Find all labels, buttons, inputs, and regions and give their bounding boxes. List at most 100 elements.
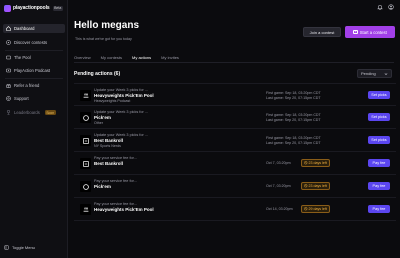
contest-logo-icon [80,112,91,123]
home-icon [6,26,11,31]
action-description: Pay your service fee for... [94,179,137,183]
filter-value: Pending [361,71,376,76]
tabs-divider [74,62,394,63]
brand[interactable]: playactionpools Beta [4,3,63,13]
sidebar-item-the-pool[interactable]: The Pool [3,53,65,62]
tab-overview[interactable]: Overview [74,52,91,62]
contest-name: Best Bankroll [94,161,124,166]
join-contest-button[interactable]: Join a contest [303,27,341,37]
sidebar-item-label: PlayAction Podcast [14,68,51,73]
list-item: Update your Week 3 picks for ... Best Ba… [74,129,396,152]
fee-due-date: Oct 14, 03:20pm [266,207,293,211]
profile-icon[interactable] [387,3,394,10]
sidebar-item-podcast[interactable]: PlayAction Podcast [3,66,65,75]
beta-badge: Beta [52,5,63,11]
sidebar-divider [5,50,63,51]
days-left-badge: 23 days left [301,182,330,190]
days-left-badge: 23 days left [301,159,330,167]
list-item: Pay your service fee for... Pick'em Oct … [74,175,396,198]
action-description: Pay your service fee for... [94,202,137,206]
contest-logo-icon: HW [80,204,91,215]
trophy-icon [6,110,11,115]
contest-name: Heavyweights Pick'Em Pool [94,93,154,98]
fee-due-date: Oct 7, 03:20pm [266,161,291,165]
contest-name: Best Bankroll [94,138,124,143]
pay-fee-button[interactable]: Pay fee [368,182,390,190]
fee-due-date: Oct 7, 03:20pm [266,184,291,188]
clock-icon [304,161,308,165]
sidebar-item-label: Discover contests [14,40,48,45]
pending-actions-title: Pending actions (6) [74,71,121,77]
start-contest-button[interactable]: + Start a contest [345,26,395,38]
pending-actions-list: HW Update your Week 3 picks for ... Heav… [74,83,396,221]
plus-icon: + [353,29,358,35]
set-picks-button[interactable]: Set picks [368,136,390,144]
compass-icon [6,40,11,45]
tab-my-actions[interactable]: My actions [130,52,154,63]
sidebar-item-dashboard[interactable]: Dashboard [3,24,65,33]
contest-name: Heavyweights Pick'Em Pool [94,207,154,212]
toggle-menu-button[interactable]: Toggle Menu [4,245,35,250]
svg-text:HW: HW [84,93,89,96]
status-filter-select[interactable]: Pending [357,69,392,78]
sidebar-item-discover[interactable]: Discover contests [3,38,65,47]
action-description: Update your Week 3 picks for ... [94,110,148,114]
set-picks-button[interactable]: Set picks [368,113,390,121]
svg-text:HW: HW [84,207,89,210]
clock-icon [304,184,308,188]
sidebar-item-label: Dashboard [14,26,35,31]
last-game-date: Last game: Sep 20, 07:15pm CDT [266,96,321,100]
contest-host: NY Sports Nerds [94,144,121,148]
top-icons [376,3,394,10]
sidebar-item-support[interactable]: Support [3,94,65,103]
sidebar-item-label: Leaderboards [14,110,40,115]
sidebar-item-label: Support [14,96,29,101]
sidebar-item-refer[interactable]: Refer a friend [3,81,65,90]
sidebar-divider [5,78,63,79]
contest-name: Pick'em [94,184,111,189]
list-item: HW Pay your service fee for... Heavyweig… [74,198,396,221]
sidebar-item-leaderboards: Leaderboards Soon [3,108,65,117]
logo-icon [4,4,11,12]
contest-host: Heavyweights Podcast [94,99,131,103]
set-picks-button[interactable]: Set picks [368,91,390,99]
main-content: Hello megans This is what we've got for … [69,0,400,258]
gift-icon [6,83,11,88]
action-description: Pay your service fee for... [94,156,137,160]
start-contest-label: Start a contest [359,29,387,35]
sidebar-item-label: Refer a friend [14,83,40,88]
list-item: Pay your service fee for... Best Bankrol… [74,152,396,175]
contest-logo-icon [80,158,91,169]
soon-badge: Soon [44,110,56,115]
sidebar-item-label: The Pool [14,55,31,60]
collapse-icon [4,245,9,250]
tab-my-invites[interactable]: My invites [161,52,179,62]
action-description: Update your Week 3 picks for ... [94,88,148,92]
brand-name: playactionpools [13,5,50,11]
days-left-text: 23 days left [308,161,327,165]
help-icon [6,96,11,101]
contest-logo-icon [80,135,91,146]
pay-fee-button[interactable]: Pay fee [368,159,390,167]
game-dates: First game: Sep 18, 03:20pm CDT Last gam… [266,136,321,146]
list-item: HW Update your Week 3 picks for ... Heav… [74,83,396,106]
last-game-date: Last game: Sep 20, 07:15pm CDT [266,118,321,122]
podcast-icon [6,68,11,73]
contest-name: Pick'em [94,115,111,120]
notifications-icon[interactable] [376,3,383,10]
game-dates: First game: Sep 18, 03:20pm CDT Last gam… [266,91,321,101]
contest-logo-icon [80,181,91,192]
pool-icon [6,55,11,60]
days-left-text: 23 days left [308,184,327,188]
contest-logo-icon: HW [80,90,91,101]
pay-fee-button[interactable]: Pay fee [368,205,390,213]
action-description: Update your Week 3 picks for ... [94,133,148,137]
list-item: Update your Week 3 picks for ... Pick'em… [74,106,396,129]
tab-my-contests[interactable]: My contests [101,52,122,62]
days-left-text: 29 days left [308,207,327,211]
clock-icon [304,207,308,211]
last-game-date: Last game: Sep 20, 07:15pm CDT [266,141,321,145]
sidebar: playactionpools Beta Dashboard Discover … [0,0,68,258]
game-dates: First game: Sep 18, 03:20pm CDT Last gam… [266,113,321,123]
page-title: Hello megans [74,20,140,31]
